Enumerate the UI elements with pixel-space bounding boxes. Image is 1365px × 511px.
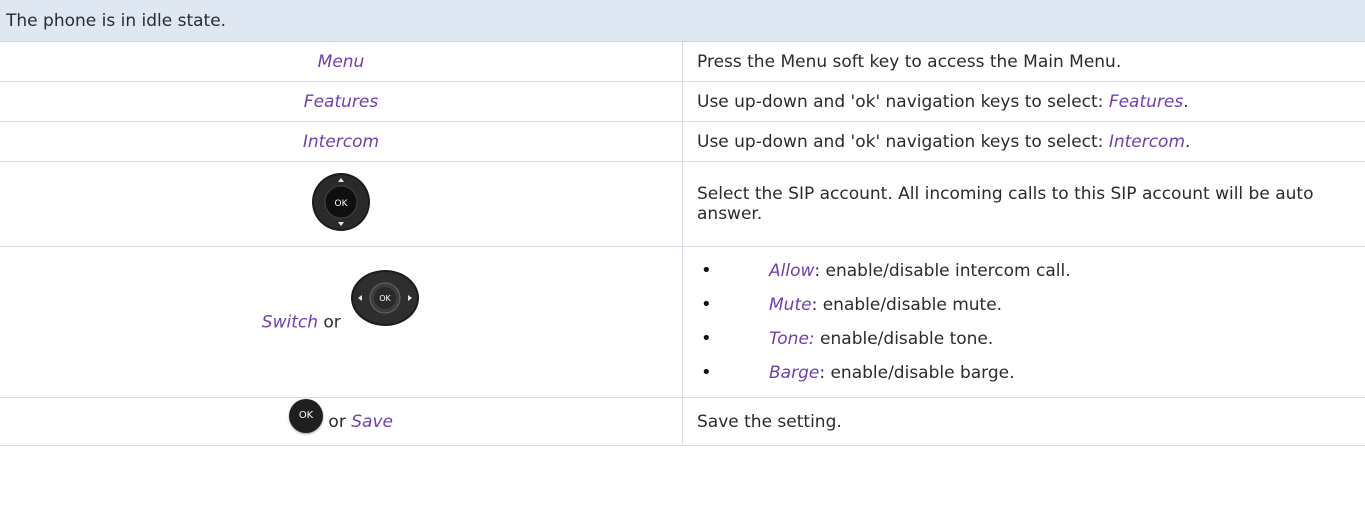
features-label: Features — [303, 91, 379, 112]
or-label: or — [318, 312, 341, 332]
save-label: Save — [351, 411, 393, 432]
table-row: Menu Press the Menu soft key to access t… — [0, 41, 1365, 82]
row-description: Use up-down and 'ok' navigation keys to … — [682, 121, 1365, 162]
ok-key-icon: OK — [289, 398, 324, 433]
table-row: Intercom Use up-down and 'ok' navigation… — [0, 121, 1365, 162]
row-description: Save the setting. — [682, 397, 1365, 446]
table-row: Switch or OK Allow: enable/disable inter… — [0, 246, 1365, 398]
list-item: Barge: enable/disable barge. — [697, 356, 1365, 390]
list-item: Tone: enable/disable tone. — [697, 322, 1365, 356]
navigation-left-right-pad-icon: OK — [350, 269, 420, 332]
row-description: Press the Menu soft key to access the Ma… — [682, 41, 1365, 82]
navigation-ok-pad-icon: OK — [311, 172, 371, 237]
row-description: Use up-down and 'ok' navigation keys to … — [682, 81, 1365, 122]
or-label: or — [323, 411, 352, 432]
list-item: Mute: enable/disable mute. — [697, 288, 1365, 322]
header-text: The phone is in idle state. — [0, 0, 1365, 42]
menu-label: Menu — [317, 51, 365, 72]
table-row: OK or Save Save the setting. — [0, 397, 1365, 446]
svg-text:OK: OK — [379, 294, 391, 303]
table-row: Features Use up-down and 'ok' navigation… — [0, 81, 1365, 122]
switch-label: Switch — [261, 312, 318, 332]
intercom-label: Intercom — [302, 131, 380, 152]
svg-text:OK: OK — [335, 199, 349, 209]
list-item: Allow: enable/disable intercom call. — [697, 254, 1365, 288]
option-list: Allow: enable/disable intercom call. Mut… — [697, 254, 1365, 390]
table-row: OK Select the SIP account. All incoming … — [0, 161, 1365, 247]
row-description: Select the SIP account. All incoming cal… — [682, 161, 1365, 247]
procedure-table: The phone is in idle state. Menu Press t… — [0, 0, 1365, 446]
table-header-row: The phone is in idle state. — [0, 0, 1365, 42]
